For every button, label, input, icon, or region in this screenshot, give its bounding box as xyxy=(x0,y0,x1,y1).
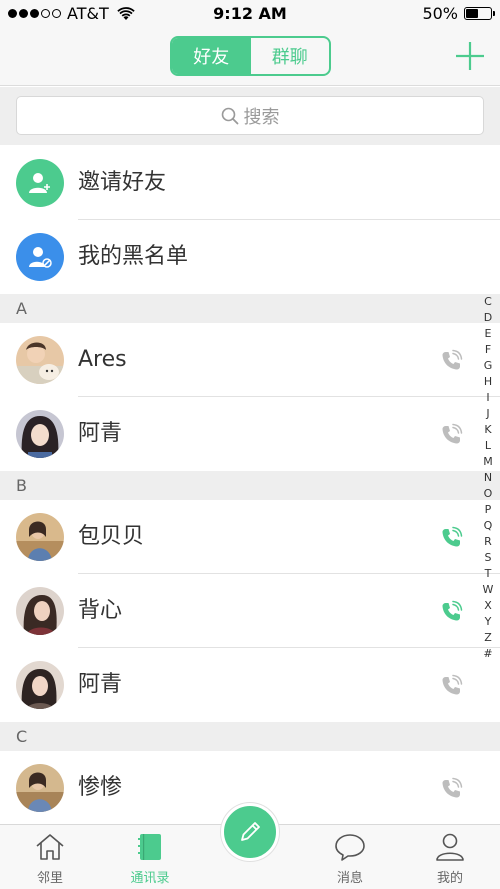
nav-bar: 好友 群聊 xyxy=(0,28,500,86)
tab-neighborhood[interactable]: 邻里 xyxy=(0,825,100,889)
home-icon xyxy=(36,834,64,860)
add-user-icon xyxy=(16,159,64,207)
contact-name: 背心 xyxy=(78,598,123,623)
tab-label: 通讯录 xyxy=(130,871,170,886)
call-icon[interactable] xyxy=(439,526,463,550)
avatar xyxy=(16,336,64,384)
call-icon[interactable] xyxy=(439,423,463,447)
index-letter[interactable]: M xyxy=(483,454,493,470)
index-letter[interactable]: E xyxy=(485,326,492,342)
blacklist-row[interactable]: 我的黑名单 xyxy=(0,220,500,294)
call-icon[interactable] xyxy=(439,600,463,624)
contact-row[interactable]: 背心 xyxy=(0,574,500,648)
section-header-a: A xyxy=(0,294,500,323)
add-icon[interactable] xyxy=(454,40,486,72)
index-letter[interactable]: W xyxy=(483,582,494,598)
index-letter[interactable]: J xyxy=(486,406,489,422)
contact-name: 包贝贝 xyxy=(78,524,145,549)
tab-label: 邻里 xyxy=(36,871,63,886)
segmented-control: 好友 群聊 xyxy=(170,36,331,76)
pencil-icon xyxy=(241,822,260,841)
search-input[interactable]: 搜索 xyxy=(16,96,484,135)
avatar xyxy=(16,410,64,458)
index-letter[interactable]: N xyxy=(484,470,492,486)
blacklist-label: 我的黑名单 xyxy=(78,244,189,269)
contact-name: 惨惨 xyxy=(78,775,123,800)
avatar xyxy=(16,587,64,635)
section-header-b: B xyxy=(0,471,500,500)
battery-fill xyxy=(466,9,478,18)
index-letter[interactable]: # xyxy=(483,646,492,662)
call-icon[interactable] xyxy=(439,674,463,698)
call-icon[interactable] xyxy=(439,349,463,373)
section-header-c: C xyxy=(0,722,500,751)
segment-group-chats[interactable]: 群聊 xyxy=(251,38,330,74)
index-letter[interactable]: K xyxy=(484,422,491,438)
index-letter[interactable]: S xyxy=(485,550,492,566)
index-letter[interactable]: I xyxy=(486,390,489,406)
contact-name: 阿青 xyxy=(78,672,123,697)
invite-friends-row[interactable]: 邀请好友 xyxy=(0,146,500,220)
avatar xyxy=(16,513,64,561)
status-bar: AT&T 9:12 AM 50% xyxy=(0,0,500,28)
index-letter[interactable]: X xyxy=(484,598,492,614)
blocked-user-icon xyxy=(16,233,64,281)
index-letter[interactable]: R xyxy=(484,534,492,550)
index-letter[interactable]: D xyxy=(484,310,492,326)
avatar xyxy=(16,764,64,812)
search-placeholder: 搜索 xyxy=(243,106,280,128)
index-letter[interactable]: Q xyxy=(484,518,493,534)
alphabet-index[interactable]: C D E F G H I J K L M N O P Q R S T W X Y Z # xyxy=(481,294,495,662)
index-letter[interactable]: Z xyxy=(484,630,492,646)
tab-contacts[interactable]: 通讯录 xyxy=(100,825,200,889)
index-letter[interactable]: O xyxy=(484,486,493,502)
contact-name: 阿青 xyxy=(78,421,123,446)
index-letter[interactable]: L xyxy=(485,438,491,454)
index-letter[interactable]: G xyxy=(484,358,493,374)
index-letter[interactable]: F xyxy=(485,342,491,358)
message-bubble-icon xyxy=(335,834,365,861)
contact-row[interactable]: 包贝贝 xyxy=(0,500,500,574)
compose-button[interactable] xyxy=(221,803,279,861)
tab-profile[interactable]: 我的 xyxy=(400,825,500,889)
tab-messages[interactable]: 消息 xyxy=(300,825,400,889)
tab-label: 消息 xyxy=(336,871,363,886)
index-letter[interactable]: C xyxy=(484,294,492,310)
battery-percent: 50% xyxy=(422,4,458,23)
search-area: 搜索 xyxy=(0,87,500,145)
contact-row[interactable]: 阿青 xyxy=(0,648,500,722)
search-icon xyxy=(221,107,238,124)
segment-friends[interactable]: 好友 xyxy=(172,38,251,74)
profile-icon xyxy=(436,833,464,861)
tab-label: 我的 xyxy=(436,871,463,886)
contacts-book-icon xyxy=(138,834,161,860)
index-letter[interactable]: P xyxy=(485,502,492,518)
index-letter[interactable]: Y xyxy=(485,614,492,630)
index-letter[interactable]: T xyxy=(485,566,492,582)
contact-name: Ares xyxy=(78,347,127,372)
contact-row[interactable]: Ares xyxy=(0,323,500,397)
contact-row[interactable]: 阿青 xyxy=(0,397,500,471)
battery-icon xyxy=(464,7,495,20)
invite-friends-label: 邀请好友 xyxy=(78,170,167,195)
status-right: 50% xyxy=(422,4,495,23)
index-letter[interactable]: H xyxy=(484,374,492,390)
avatar xyxy=(16,661,64,709)
call-icon[interactable] xyxy=(439,777,463,801)
